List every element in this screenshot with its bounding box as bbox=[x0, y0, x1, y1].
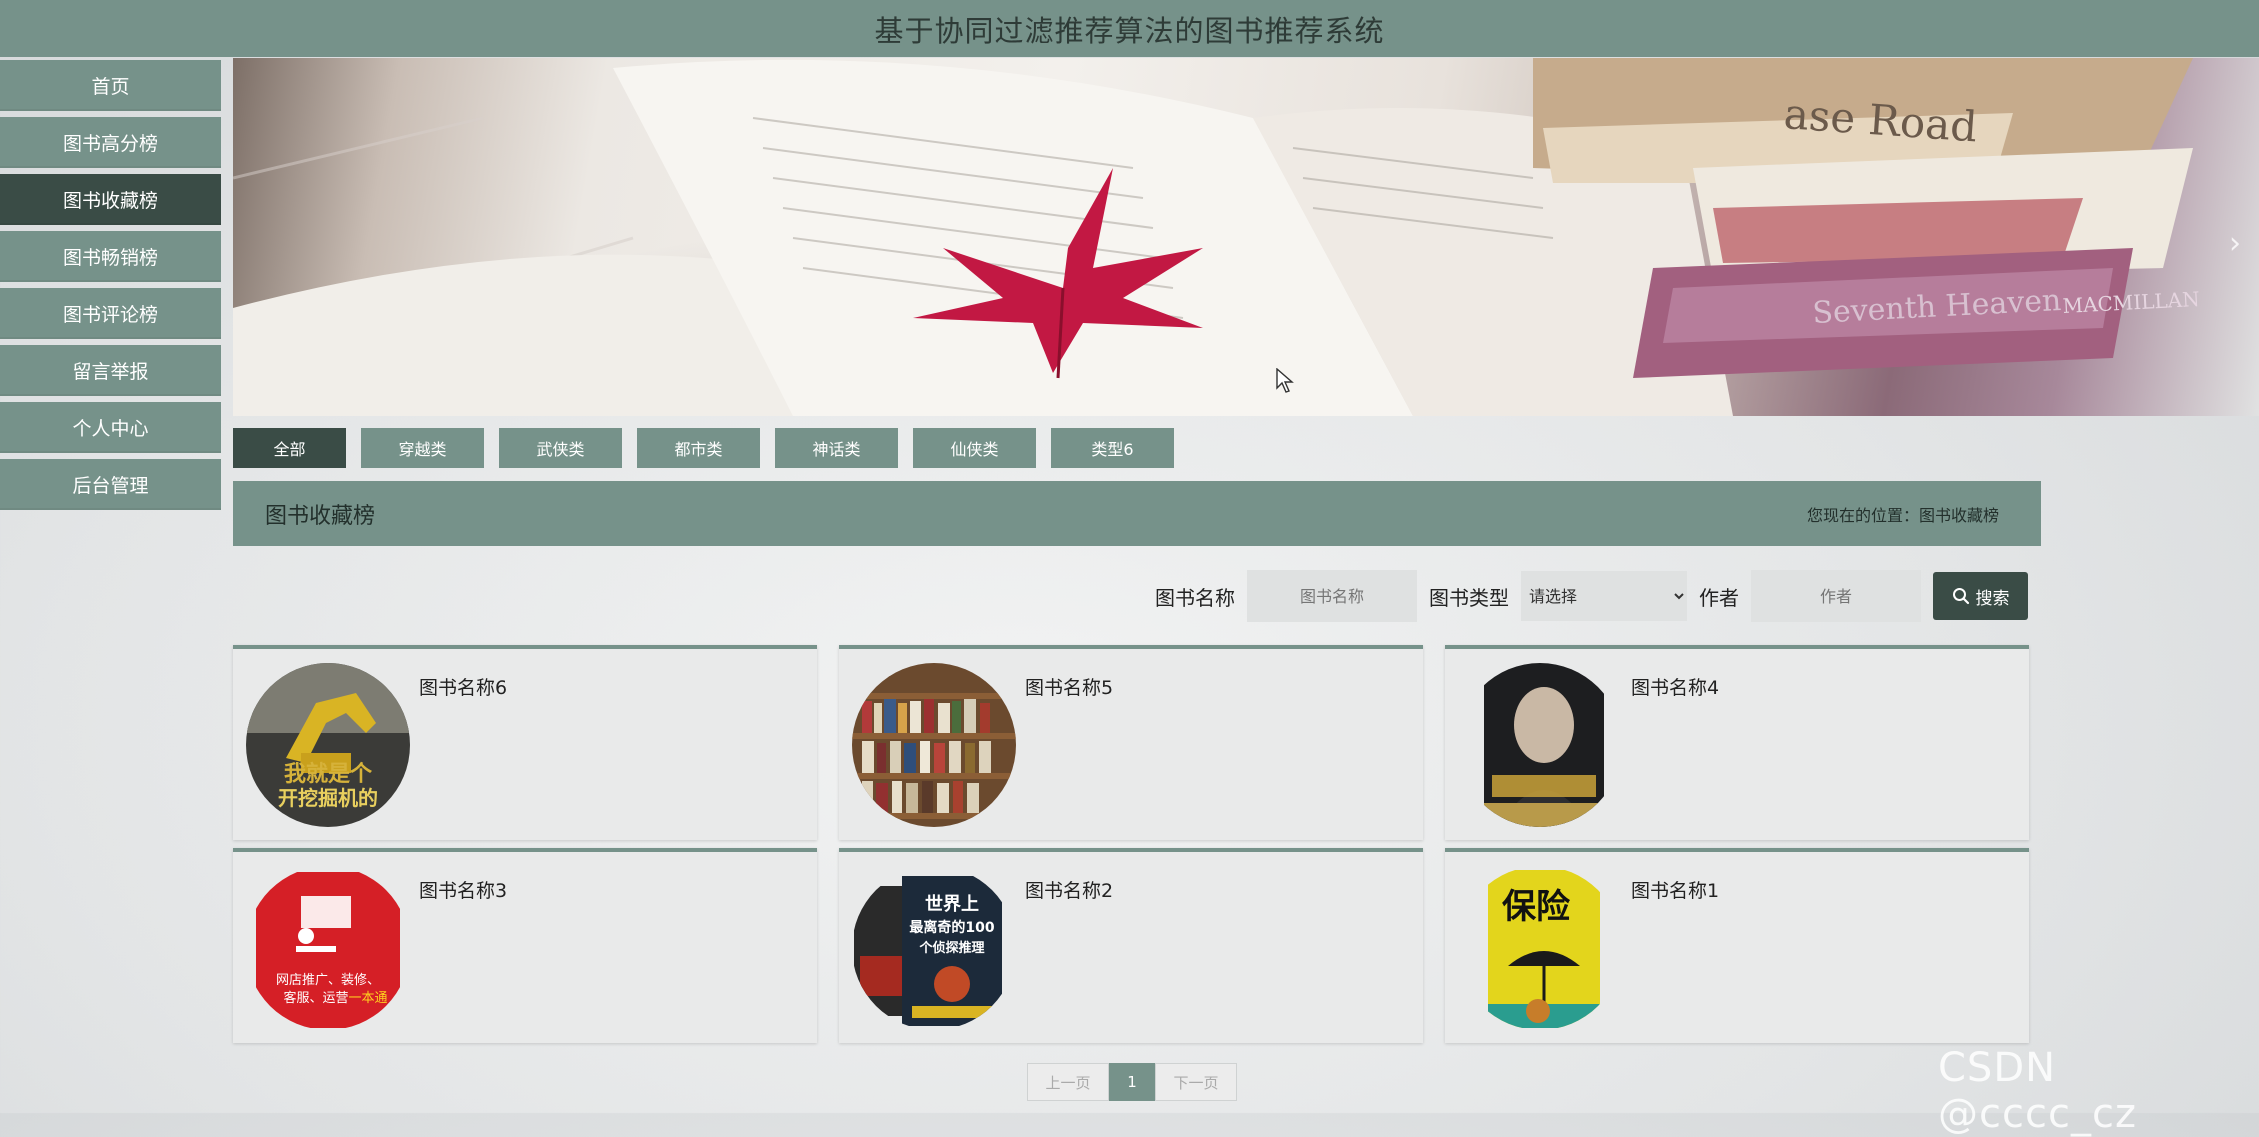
cover-title-line1: 我就是个 bbox=[284, 761, 373, 787]
search-icon bbox=[1952, 588, 1969, 605]
category-mythology[interactable]: 神话类 bbox=[775, 428, 898, 468]
book-name: 图书名称3 bbox=[419, 880, 508, 902]
banner-carousel[interactable]: ase Road Seventh Heaven MACMILLAN › bbox=[233, 58, 2259, 416]
book-card-6[interactable]: 我就是个 开挖掘机的 图书名称6 bbox=[233, 645, 817, 840]
search-button-label: 搜索 bbox=[1975, 588, 2010, 609]
book-name-label: 图书名称 bbox=[1155, 585, 1235, 610]
book-name: 图书名称4 bbox=[1631, 677, 1720, 699]
cover-title-line2: 开挖掘机的 bbox=[278, 786, 378, 810]
book-card-5[interactable]: 图书名称5 bbox=[839, 645, 1423, 840]
sidebar-nav: 首页 图书高分榜 图书收藏榜 图书畅销榜 图书评论榜 留言举报 个人中心 后台管… bbox=[0, 60, 221, 516]
book-cover: 世界上 最离奇的100 个侦探推理 bbox=[852, 866, 1016, 1030]
page-number-1[interactable]: 1 bbox=[1109, 1063, 1155, 1101]
prev-page-button[interactable]: 上一页 bbox=[1027, 1063, 1109, 1101]
sidebar-item-profile[interactable]: 个人中心 bbox=[0, 402, 221, 453]
book-name: 图书名称2 bbox=[1025, 880, 1114, 902]
book-card-4[interactable]: 图书名称4 bbox=[1445, 645, 2029, 840]
section-title: 图书收藏榜 bbox=[265, 503, 376, 529]
cover-title-line2: 客服、运营 bbox=[283, 990, 348, 1006]
category-martial-arts[interactable]: 武侠类 bbox=[499, 428, 622, 468]
top-header: 基于协同过滤推荐算法的图书推荐系统 bbox=[0, 0, 2259, 57]
category-xianxia[interactable]: 仙侠类 bbox=[913, 428, 1036, 468]
sidebar-item-messages[interactable]: 留言举报 bbox=[0, 345, 221, 396]
book-cover bbox=[852, 663, 1016, 827]
book-card-2[interactable]: 世界上 最离奇的100 个侦探推理 图书名称2 bbox=[839, 848, 1423, 1043]
book-card-1[interactable]: 保险 图书名称1 bbox=[1445, 848, 2029, 1043]
breadcrumb: 您现在的位置：图书收藏榜 bbox=[1806, 505, 1999, 525]
book-card-3[interactable]: 网店推广、装修、 客服、运营 一本通 图书名称3 bbox=[233, 848, 817, 1043]
sidebar-item-admin[interactable]: 后台管理 bbox=[0, 459, 221, 510]
book-name-input[interactable] bbox=[1247, 570, 1417, 622]
category-all[interactable]: 全部 bbox=[233, 428, 346, 468]
sidebar-item-top-rated[interactable]: 图书高分榜 bbox=[0, 117, 221, 168]
book-name: 图书名称5 bbox=[1025, 677, 1114, 699]
book-type-select[interactable]: 请选择 bbox=[1521, 571, 1687, 621]
next-page-button[interactable]: 下一页 bbox=[1155, 1063, 1237, 1101]
pagination: 上一页 1 下一页 bbox=[1027, 1063, 1237, 1101]
mouse-cursor-icon bbox=[1276, 368, 1294, 393]
watermark: CSDN @cccc_cz bbox=[1938, 1045, 2137, 1137]
book-cover: 保险 bbox=[1458, 866, 1622, 1030]
category-type6[interactable]: 类型6 bbox=[1051, 428, 1174, 468]
cover-title-line1: 网店推广、装修、 bbox=[276, 973, 380, 988]
cover-title-line3: 一本通 bbox=[348, 991, 387, 1006]
cover-title-line1: 世界上 bbox=[925, 894, 979, 915]
author-label: 作者 bbox=[1699, 585, 1739, 610]
sidebar-item-favorites[interactable]: 图书收藏榜 bbox=[0, 174, 221, 225]
sidebar-item-bestsellers[interactable]: 图书畅销榜 bbox=[0, 231, 221, 282]
category-time-travel[interactable]: 穿越类 bbox=[361, 428, 484, 468]
category-urban[interactable]: 都市类 bbox=[637, 428, 760, 468]
sidebar-item-home[interactable]: 首页 bbox=[0, 60, 221, 111]
book-cover: 网店推广、装修、 客服、运营 一本通 bbox=[246, 866, 410, 1030]
book-cover: 我就是个 开挖掘机的 bbox=[246, 663, 410, 827]
search-bar: 图书名称 图书类型 请选择 作者 搜索 bbox=[1155, 570, 2028, 622]
author-input[interactable] bbox=[1751, 570, 1921, 622]
banner-image: ase Road Seventh Heaven MACMILLAN bbox=[233, 58, 2200, 416]
cover-title-line2: 最离奇的100 bbox=[909, 919, 994, 936]
book-type-label: 图书类型 bbox=[1429, 585, 1509, 610]
section-header: 图书收藏榜 您现在的位置：图书收藏榜 bbox=[233, 481, 2041, 546]
book-cover bbox=[1458, 663, 1622, 827]
category-filter-bar: 全部 穿越类 武侠类 都市类 神话类 仙侠类 类型6 bbox=[233, 428, 1174, 468]
cover-title-line3: 个侦探推理 bbox=[918, 940, 984, 956]
site-title: 基于协同过滤推荐算法的图书推荐系统 bbox=[874, 13, 1385, 48]
book-name: 图书名称1 bbox=[1631, 880, 1720, 902]
search-button[interactable]: 搜索 bbox=[1933, 572, 2028, 620]
chevron-right-icon[interactable]: › bbox=[2217, 208, 2253, 278]
sidebar-item-reviews[interactable]: 图书评论榜 bbox=[0, 288, 221, 339]
book-name: 图书名称6 bbox=[419, 677, 508, 699]
cover-title: 保险 bbox=[1502, 887, 1571, 927]
